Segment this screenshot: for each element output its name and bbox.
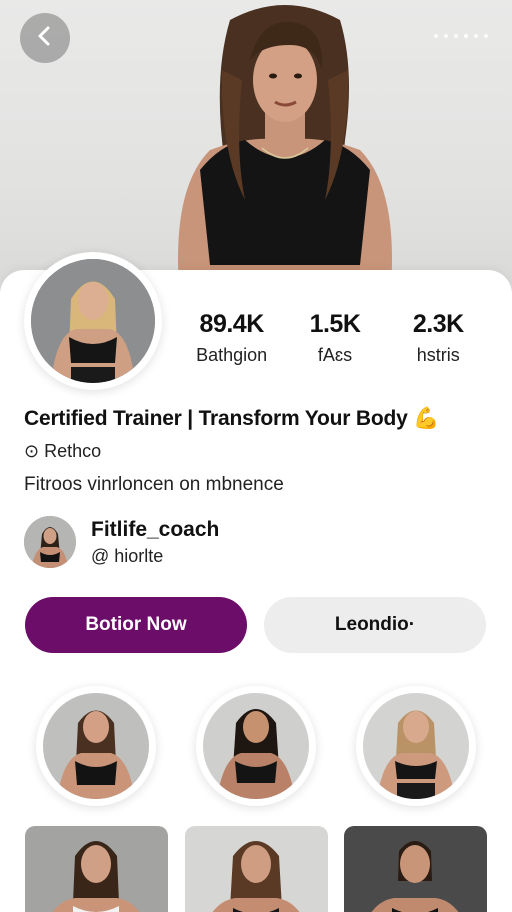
page-dot-active[interactable]	[464, 34, 468, 38]
highlight-story[interactable]	[356, 686, 476, 806]
gallery-tile[interactable]	[185, 826, 328, 912]
flexed-biceps-icon: 💪	[413, 407, 440, 430]
stat-following[interactable]: 1.5K fAɛs	[283, 310, 386, 366]
stat-label: fAɛs	[317, 345, 353, 365]
stat-value: 2.3K	[412, 310, 464, 338]
gallery-tile[interactable]	[25, 826, 168, 912]
account-handle: @ hiorlte	[91, 545, 164, 566]
location-text: Rethco	[44, 441, 102, 461]
highlight-story[interactable]	[36, 686, 156, 806]
profile-headline: Certified Trainer | Transform Your Body …	[24, 407, 439, 431]
headline-text: Certified Trainer | Transform Your Body	[24, 407, 408, 430]
gallery-tile[interactable]	[344, 826, 487, 912]
page-dot[interactable]	[434, 34, 438, 38]
account-row[interactable]: Fitlife_coach @ hiorlte	[24, 516, 219, 568]
back-button[interactable]	[20, 13, 70, 63]
stat-value: 1.5K	[309, 310, 361, 338]
stat-label: Bathgion	[196, 345, 268, 365]
chevron-left-icon	[34, 25, 56, 52]
profile-stats: 89.4K Bathgion 1.5K fAɛs 2.3K hstris	[180, 310, 490, 366]
page-dot[interactable]	[484, 34, 488, 38]
cover-person-photo	[150, 0, 420, 300]
page-dot[interactable]	[454, 34, 458, 38]
stat-posts[interactable]: 2.3K hstris	[387, 310, 490, 366]
page-dot[interactable]	[474, 34, 478, 38]
account-avatar[interactable]	[24, 516, 76, 568]
stat-followers[interactable]: 89.4K Bathgion	[180, 310, 283, 366]
account-username: Fitlife_coach	[91, 517, 220, 541]
stat-label: hstris	[416, 345, 460, 365]
secondary-action-button[interactable]: Leondio·	[264, 597, 486, 653]
highlight-story[interactable]	[196, 686, 316, 806]
profile-bio: Fitroos vinrloncen on mbnence	[24, 474, 284, 495]
pagination-dots	[434, 34, 488, 38]
book-now-button[interactable]: Botior Now	[25, 597, 247, 653]
page-dot[interactable]	[444, 34, 448, 38]
pin-icon: ⊙	[24, 441, 40, 461]
profile-avatar[interactable]	[24, 252, 162, 390]
profile-location: ⊙ Rethco	[24, 441, 101, 462]
stat-value: 89.4K	[199, 310, 265, 338]
